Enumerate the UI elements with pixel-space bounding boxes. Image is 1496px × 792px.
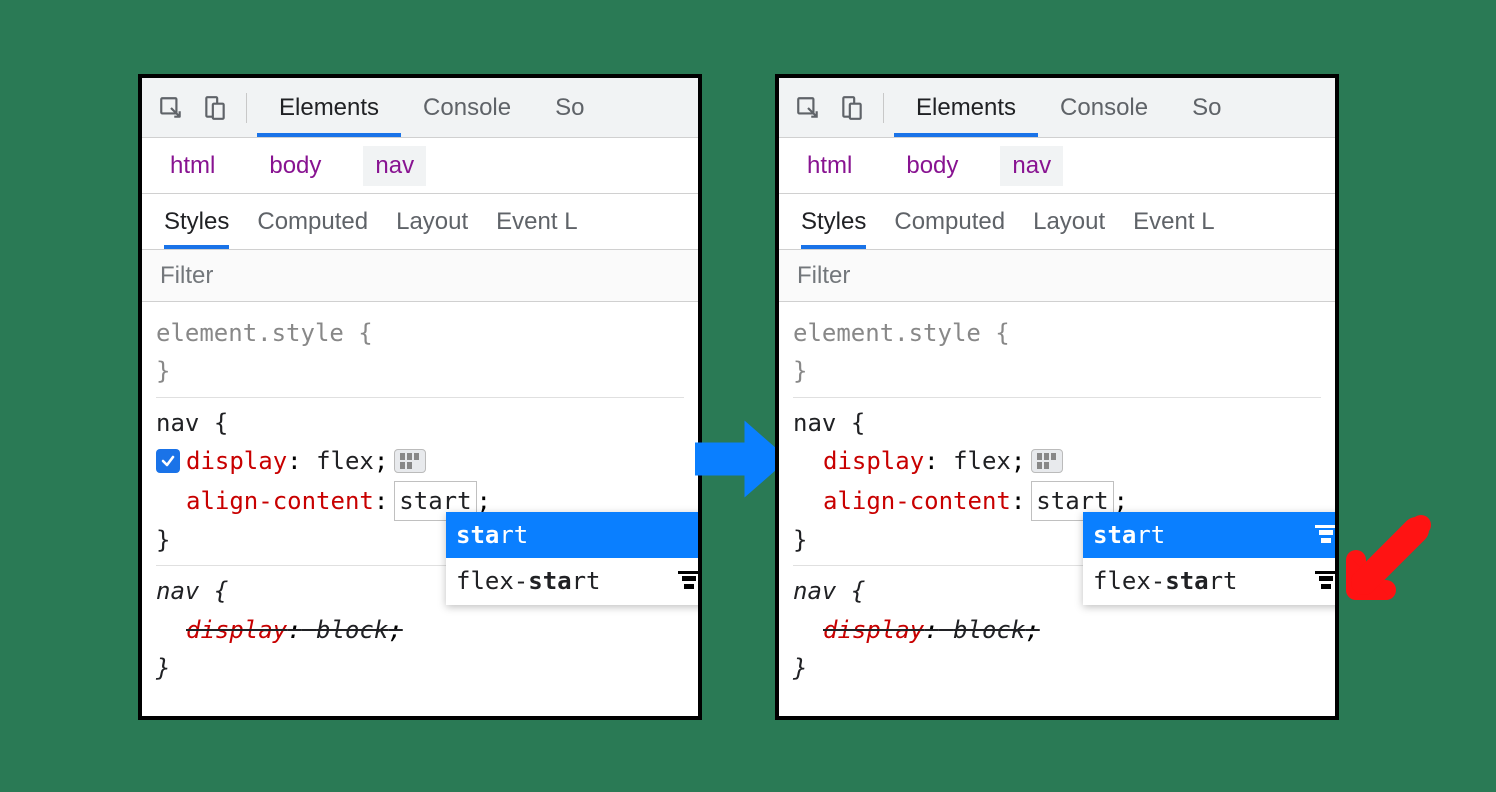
rule-element-style[interactable]: element.style { } [156, 308, 684, 398]
tab-sources-truncated[interactable]: So [533, 78, 606, 137]
styles-subtabs: Styles Computed Layout Event L [779, 194, 1335, 250]
crumb-html[interactable]: html [795, 146, 864, 186]
close-brace: } [156, 357, 170, 385]
subtab-styles[interactable]: Styles [801, 194, 866, 249]
prop-display-block: display: block; [156, 611, 684, 649]
subtab-layout[interactable]: Layout [1033, 194, 1105, 249]
toolbar-icons [779, 95, 881, 121]
prop-display[interactable]: display: flex; [156, 442, 684, 480]
toolbar-divider [246, 93, 247, 123]
rule-element-style[interactable]: element.style { } [793, 308, 1321, 398]
tab-elements[interactable]: Elements [257, 78, 401, 137]
prop-display-block: display: block; [793, 611, 1321, 649]
tab-sources-truncated[interactable]: So [1170, 78, 1243, 137]
filter-row: Filter [779, 250, 1335, 302]
selector-element-style: element.style { [156, 319, 373, 347]
property-checkbox[interactable] [156, 449, 180, 473]
prop-name-display: display [186, 442, 287, 480]
subtab-eventlisteners-truncated[interactable]: Event L [496, 194, 577, 249]
prop-display[interactable]: display: flex; [793, 442, 1321, 480]
selector-nav: nav { [156, 409, 228, 437]
tab-elements[interactable]: Elements [894, 78, 1038, 137]
rule-nav-1[interactable]: nav { display: flex; align-content: star… [793, 398, 1321, 567]
crumb-nav[interactable]: nav [1000, 146, 1063, 186]
subtab-computed[interactable]: Computed [257, 194, 368, 249]
filter-row: Filter [142, 250, 698, 302]
breadcrumb: html body nav [779, 138, 1335, 194]
styles-subtabs: Styles Computed Layout Event L [142, 194, 698, 250]
breadcrumb: html body nav [142, 138, 698, 194]
devtools-toolbar: Elements Console So [142, 78, 698, 138]
crumb-body[interactable]: body [894, 146, 970, 186]
rule-nav-1[interactable]: nav { display: flex; align-content: star… [156, 398, 684, 567]
suggestion-flex-start[interactable]: flex-start [1083, 558, 1339, 604]
device-toggle-icon[interactable] [839, 95, 865, 121]
device-toggle-icon[interactable] [202, 95, 228, 121]
inspect-icon[interactable] [158, 95, 184, 121]
subtab-styles[interactable]: Styles [164, 194, 229, 249]
tab-console[interactable]: Console [1038, 78, 1170, 137]
inspect-icon[interactable] [795, 95, 821, 121]
toolbar-icons [142, 95, 244, 121]
styles-pane: element.style { } nav { display: flex; a… [779, 302, 1335, 708]
styles-pane: element.style { } nav { display: flex; a… [142, 302, 698, 708]
crumb-html[interactable]: html [158, 146, 227, 186]
tab-console[interactable]: Console [401, 78, 533, 137]
align-start-icon [1315, 571, 1337, 591]
autocomplete-dropdown: start flex-start [446, 512, 702, 605]
align-start-icon [678, 571, 700, 591]
subtab-computed[interactable]: Computed [894, 194, 1005, 249]
autocomplete-dropdown: start flex-start [1083, 512, 1339, 605]
suggestion-start[interactable]: start [1083, 512, 1339, 558]
devtools-panel-before: Elements Console So html body nav Styles… [138, 74, 702, 720]
close-brace-nav1: } [156, 526, 170, 554]
filter-input[interactable]: Filter [797, 262, 850, 290]
callout-arrow-icon [1336, 510, 1436, 610]
flexbox-editor-icon[interactable] [394, 449, 426, 473]
selector-nav-ua: nav { [156, 577, 228, 605]
suggestion-start[interactable]: start [446, 512, 702, 558]
devtools-panel-after: Elements Console So html body nav Styles… [775, 74, 1339, 720]
subtab-eventlisteners-truncated[interactable]: Event L [1133, 194, 1214, 249]
devtools-toolbar: Elements Console So [779, 78, 1335, 138]
prop-value-flex: flex [316, 442, 374, 480]
flexbox-editor-icon[interactable] [1031, 449, 1063, 473]
toolbar-divider [883, 93, 884, 123]
close-brace-nav2: } [156, 654, 170, 682]
align-start-icon [1315, 525, 1337, 545]
crumb-body[interactable]: body [257, 146, 333, 186]
suggestion-flex-start[interactable]: flex-start [446, 558, 702, 604]
subtab-layout[interactable]: Layout [396, 194, 468, 249]
prop-name-align-content: align-content [186, 482, 374, 520]
filter-input[interactable]: Filter [160, 262, 213, 290]
crumb-nav[interactable]: nav [363, 146, 426, 186]
